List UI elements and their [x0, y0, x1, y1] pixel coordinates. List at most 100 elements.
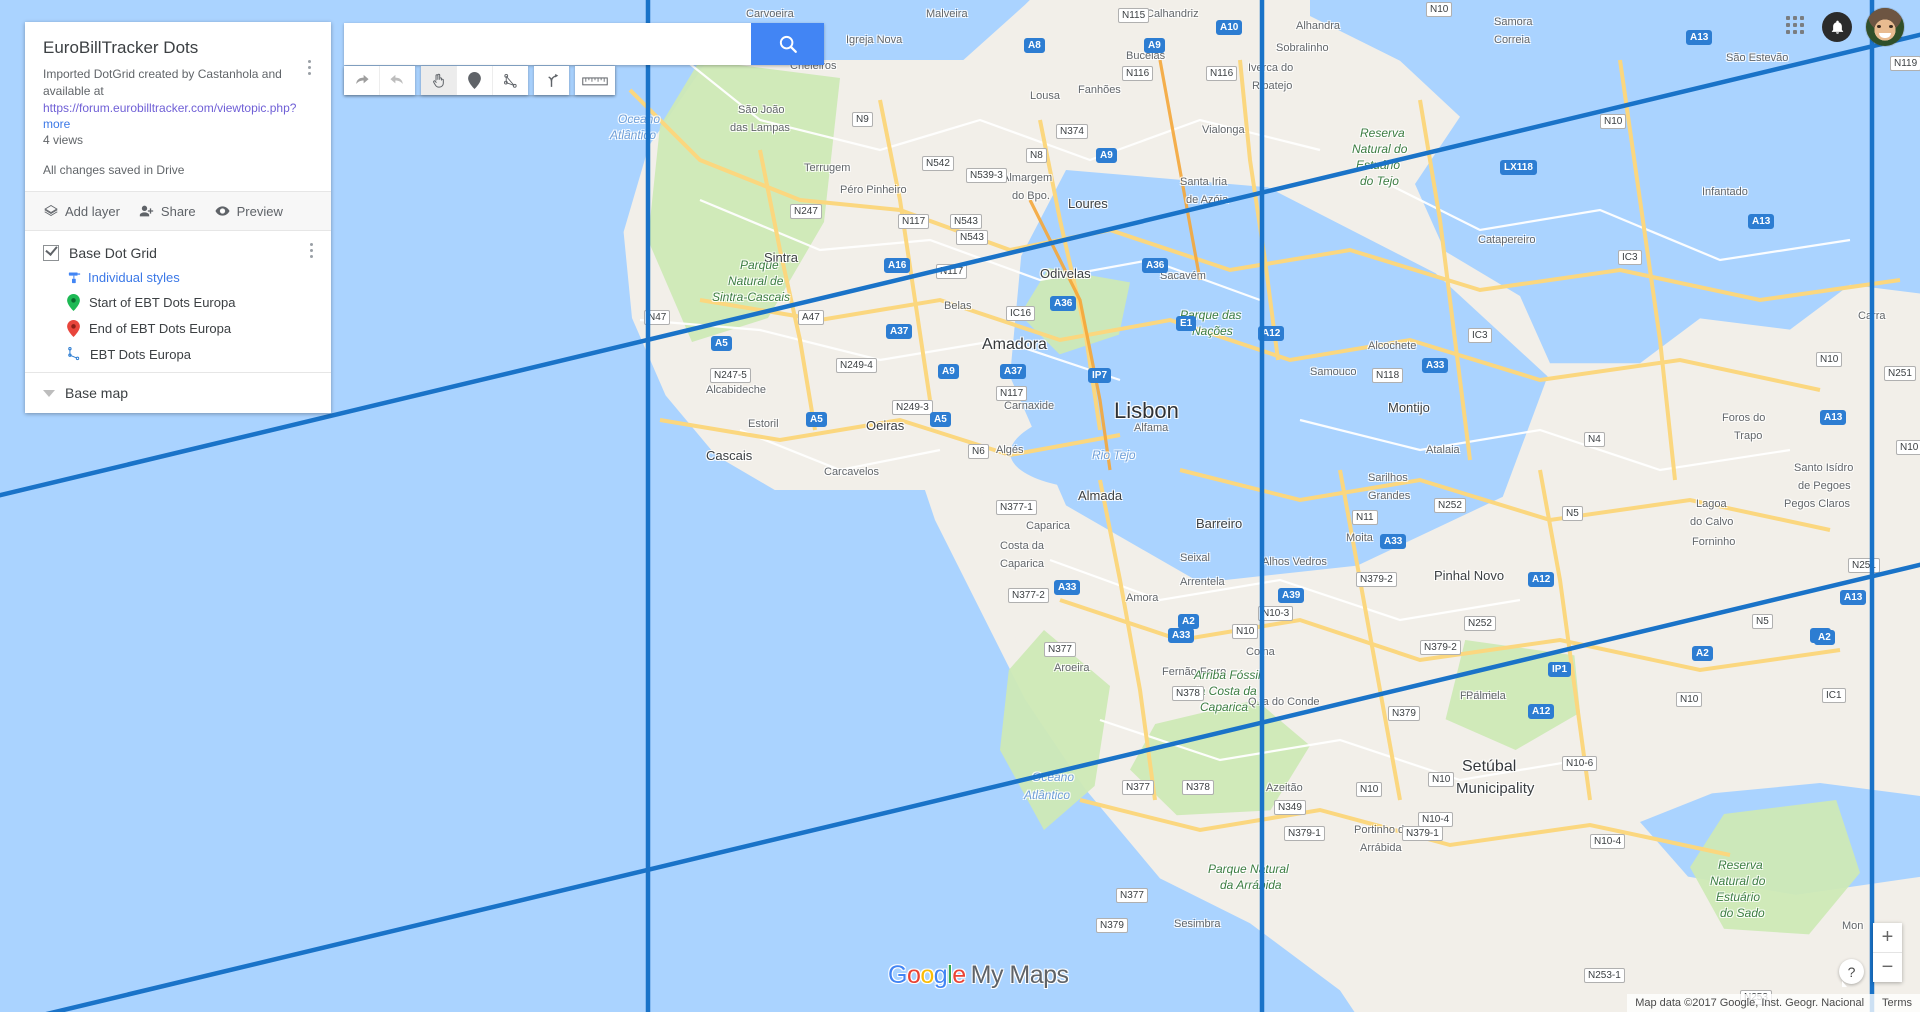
- map-label: Amadora: [982, 336, 1047, 353]
- layer-visibility-checkbox[interactable]: [43, 245, 59, 261]
- road-shield: N6: [968, 444, 989, 459]
- map-label: Arrentela: [1180, 576, 1225, 588]
- road-shield: A8: [1024, 38, 1045, 53]
- search-icon: [779, 35, 797, 53]
- avatar-eye-right: [1889, 25, 1893, 28]
- map-label: Samora: [1494, 16, 1533, 28]
- add-layer-button[interactable]: Add layer: [43, 203, 120, 219]
- map-label: Péro Pinheiro: [840, 184, 907, 196]
- map-label: Almada: [1078, 488, 1123, 503]
- polyline-icon: [68, 347, 80, 361]
- road-shield: A13: [1686, 30, 1713, 45]
- draw-line-tool[interactable]: [493, 66, 528, 95]
- map-label: Costa da: [1000, 540, 1045, 552]
- zoom-controls: + −: [1873, 923, 1902, 982]
- ruler-icon: [582, 76, 608, 85]
- individual-styles-row[interactable]: Individual styles: [67, 270, 313, 285]
- map-label: do Bpo.: [1012, 190, 1050, 202]
- road-shield: N249-4: [836, 358, 877, 373]
- road-shield: A36: [1050, 296, 1077, 311]
- logo-letter-o2: o: [920, 961, 934, 989]
- map-options-kebab-icon[interactable]: [299, 60, 319, 80]
- road-shield: N117: [936, 264, 968, 279]
- feature-start-of-ebt-dots[interactable]: Start of EBT Dots Europa: [67, 294, 313, 311]
- map-label: Arriba Fóssil: [1194, 668, 1261, 682]
- road-shield: A13: [1748, 214, 1775, 229]
- notifications-button[interactable]: [1822, 12, 1852, 42]
- share-label: Share: [160, 203, 196, 219]
- map-label: Aroeira: [1054, 662, 1090, 674]
- road-shield: E1: [1176, 316, 1197, 331]
- measure-tool[interactable]: [575, 66, 615, 95]
- layer-header-row[interactable]: Base Dot Grid: [43, 245, 313, 261]
- apps-grid-icon[interactable]: [1786, 16, 1808, 38]
- add-marker-tool[interactable]: [457, 66, 493, 95]
- google-my-maps-logo: Google My Maps: [888, 961, 1069, 990]
- description-more-link[interactable]: more: [43, 117, 313, 131]
- road-shield: N10: [1816, 352, 1843, 367]
- layer-options-kebab-icon[interactable]: [301, 243, 321, 263]
- map-label: Carnaxide: [1004, 400, 1055, 412]
- map-pin-green-icon: [67, 294, 80, 311]
- road-shield: A13: [1820, 410, 1847, 425]
- map-label: Igreja Nova: [846, 34, 903, 46]
- polyline-icon: [504, 74, 517, 88]
- map-label: Sarilhos: [1368, 472, 1408, 484]
- road-shield: A16: [884, 258, 911, 273]
- map-label: Iverca do: [1248, 62, 1294, 74]
- road-shield: N377: [1116, 888, 1148, 903]
- preview-button[interactable]: Preview: [214, 203, 283, 219]
- map-label: Atlântico: [610, 128, 657, 142]
- map-label: Calhandriz: [1146, 8, 1199, 20]
- user-avatar[interactable]: [1866, 8, 1904, 46]
- search-input[interactable]: [344, 23, 751, 65]
- road-shield: A39: [1278, 588, 1305, 603]
- map-label: Azeitão: [1266, 782, 1303, 794]
- feature-ebt-dots-europa[interactable]: EBT Dots Europa: [67, 346, 313, 362]
- logo-letter-g1: G: [888, 961, 907, 989]
- map-label: Alhos Vedros: [1262, 556, 1327, 568]
- directions-tool[interactable]: [534, 66, 569, 95]
- road-shield: N378: [1172, 686, 1204, 701]
- feature-end-of-ebt-dots[interactable]: End of EBT Dots Europa: [67, 320, 313, 337]
- map-label: Estoril: [748, 418, 779, 430]
- map-label: Q.ta do Conde: [1248, 696, 1320, 708]
- road-shield: A37: [886, 324, 913, 339]
- draw-tools-group: [421, 66, 528, 95]
- avatar-eye-left: [1877, 25, 1881, 28]
- chevron-down-icon: [43, 389, 55, 397]
- road-shield: N379: [1388, 706, 1420, 721]
- help-button[interactable]: ?: [1839, 959, 1864, 987]
- road-shield: A5: [930, 412, 951, 427]
- map-label: Loures: [1068, 196, 1108, 211]
- road-shield: N10: [1356, 782, 1383, 797]
- map-label: Caparica: [1026, 520, 1071, 532]
- road-shield: IC1: [1822, 688, 1846, 703]
- base-map-row[interactable]: Base map: [25, 372, 331, 413]
- map-label: Caparica: [1200, 700, 1249, 714]
- redo-button[interactable]: [380, 66, 415, 95]
- feature-label: EBT Dots Europa: [90, 346, 191, 362]
- zoom-in-button[interactable]: +: [1873, 923, 1902, 953]
- road-shield: N252: [1434, 498, 1466, 513]
- redo-arrow-icon: [390, 74, 403, 85]
- road-shield: N249-3: [892, 400, 933, 415]
- zoom-out-button[interactable]: −: [1873, 953, 1902, 982]
- terms-link[interactable]: Terms: [1882, 997, 1912, 1009]
- logo-letter-o1: o: [906, 961, 921, 989]
- road-shield: N247-5: [710, 368, 751, 383]
- search-button[interactable]: [751, 23, 824, 65]
- map-label: Barreiro: [1196, 516, 1243, 531]
- undo-button[interactable]: [344, 66, 380, 95]
- view-count: 4 views: [43, 133, 84, 147]
- road-shield: IP7: [1088, 368, 1112, 383]
- map-description-link[interactable]: https://forum.eurobilltracker.com/viewto…: [43, 101, 296, 115]
- hand-icon: [433, 73, 444, 88]
- share-button[interactable]: Share: [138, 203, 196, 219]
- road-shield: N5: [1562, 506, 1583, 521]
- select-tool[interactable]: [421, 66, 457, 95]
- road-shield: N10: [1428, 772, 1455, 787]
- paint-roller-icon: [68, 272, 81, 284]
- road-shield: N8: [1026, 148, 1047, 163]
- road-shield: N377-2: [1008, 588, 1049, 603]
